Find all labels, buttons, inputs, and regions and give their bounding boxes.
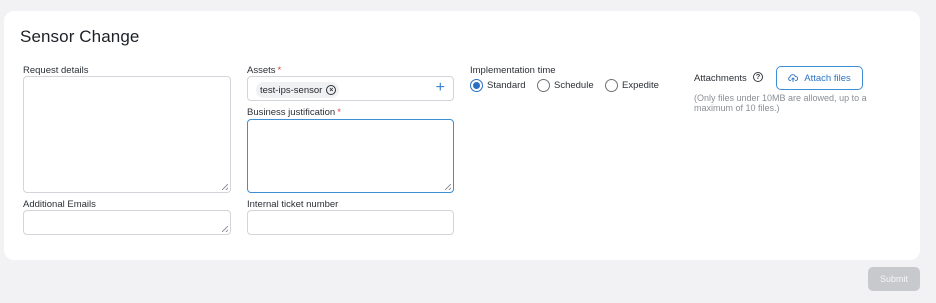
radio-standard[interactable]: Standard <box>470 79 526 92</box>
question-circle-icon[interactable]: ? <box>753 72 763 82</box>
assets-label-text: Assets <box>247 65 276 76</box>
internal-ticket-field[interactable] <box>247 210 454 235</box>
attachments-label: Attachments <box>694 73 747 84</box>
business-justification-label: Business justification * <box>247 107 341 118</box>
submit-button[interactable]: Submit <box>868 267 920 291</box>
plus-icon[interactable]: + <box>436 80 445 96</box>
additional-emails-label: Additional Emails <box>23 199 96 210</box>
circle-x-icon[interactable]: × <box>326 85 337 95</box>
business-justification-textarea[interactable] <box>247 119 454 193</box>
assets-label: Assets * <box>247 65 281 76</box>
attach-files-button[interactable]: Attach files <box>776 66 863 90</box>
assets-select[interactable]: test-ips-sensor × + <box>247 76 454 101</box>
page-title: Sensor Change <box>20 27 140 46</box>
internal-ticket-label: Internal ticket number <box>247 199 339 210</box>
radio-expedite-label: Expedite <box>622 80 659 91</box>
radio-checked-icon[interactable] <box>470 79 483 92</box>
additional-emails-field[interactable] <box>23 210 231 235</box>
radio-unchecked-icon[interactable] <box>605 79 618 92</box>
radio-expedite[interactable]: Expedite <box>605 79 659 92</box>
attach-files-label: Attach files <box>804 72 851 84</box>
request-details-label: Request details <box>23 65 89 76</box>
radio-standard-label: Standard <box>487 80 526 91</box>
asset-chip-label: test-ips-sensor <box>260 84 323 96</box>
radio-schedule[interactable]: Schedule <box>537 79 594 92</box>
resize-handle-icon[interactable] <box>445 184 451 190</box>
request-details-textarea[interactable] <box>23 76 231 193</box>
implementation-time-label: Implementation time <box>470 65 556 76</box>
business-justification-label-text: Business justification <box>247 107 336 118</box>
resize-handle-icon[interactable] <box>222 184 228 190</box>
radio-schedule-label: Schedule <box>554 80 594 91</box>
required-mark: * <box>277 65 282 76</box>
cloud-upload-icon <box>788 74 799 82</box>
asset-chip: test-ips-sensor × <box>256 82 340 98</box>
resize-handle-icon[interactable] <box>222 226 228 232</box>
required-mark: * <box>337 107 341 118</box>
radio-unchecked-icon[interactable] <box>537 79 550 92</box>
attachments-note: (Only files under 10MB are allowed, up t… <box>694 93 867 113</box>
